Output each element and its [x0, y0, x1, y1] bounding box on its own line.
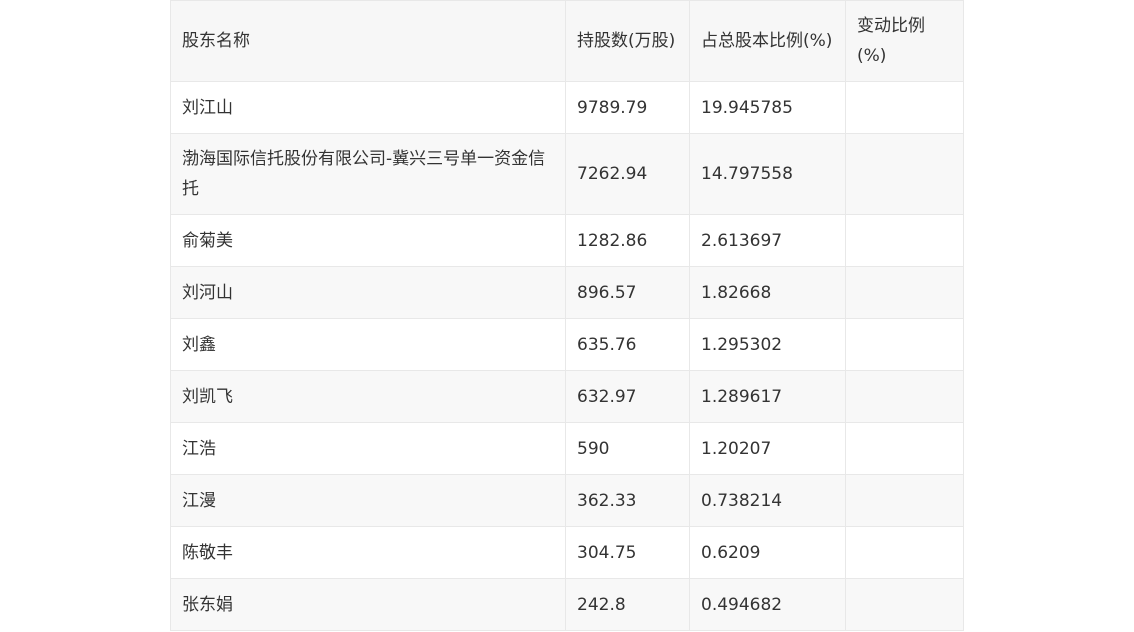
cell-ratio: 19.945785 — [689, 81, 846, 134]
cell-change — [845, 370, 964, 423]
header-change: 变动比例(%) — [845, 0, 964, 82]
table-row: 俞菊美 1282.86 2.613697 — [170, 214, 964, 267]
cell-name: 俞菊美 — [170, 214, 566, 267]
shareholder-table: 股东名称 持股数(万股) 占总股本比例(%) 变动比例(%) 刘江山 9789.… — [170, 0, 964, 631]
table-row: 渤海国际信托股份有限公司-冀兴三号单一资金信托 7262.94 14.79755… — [170, 133, 964, 215]
cell-shares: 304.75 — [565, 526, 690, 579]
shareholder-table-container: 股东名称 持股数(万股) 占总股本比例(%) 变动比例(%) 刘江山 9789.… — [170, 0, 964, 631]
cell-name: 刘河山 — [170, 266, 566, 319]
cell-change — [845, 422, 964, 475]
cell-ratio: 14.797558 — [689, 133, 846, 215]
cell-ratio: 0.6209 — [689, 526, 846, 579]
cell-change — [845, 474, 964, 527]
cell-shares: 7262.94 — [565, 133, 690, 215]
cell-ratio: 1.20207 — [689, 422, 846, 475]
cell-name: 江浩 — [170, 422, 566, 475]
header-shareholder-name: 股东名称 — [170, 0, 566, 82]
cell-name: 刘江山 — [170, 81, 566, 134]
cell-change — [845, 578, 964, 631]
cell-shares: 632.97 — [565, 370, 690, 423]
table-row: 江漫 362.33 0.738214 — [170, 474, 964, 527]
table-row: 江浩 590 1.20207 — [170, 422, 964, 475]
cell-shares: 242.8 — [565, 578, 690, 631]
cell-name: 刘鑫 — [170, 318, 566, 371]
header-ratio: 占总股本比例(%) — [689, 0, 846, 82]
cell-name: 江漫 — [170, 474, 566, 527]
table-row: 刘鑫 635.76 1.295302 — [170, 318, 964, 371]
cell-ratio: 2.613697 — [689, 214, 846, 267]
cell-name: 陈敬丰 — [170, 526, 566, 579]
cell-shares: 590 — [565, 422, 690, 475]
cell-ratio: 1.295302 — [689, 318, 846, 371]
cell-shares: 1282.86 — [565, 214, 690, 267]
cell-shares: 635.76 — [565, 318, 690, 371]
cell-shares: 9789.79 — [565, 81, 690, 134]
cell-shares: 362.33 — [565, 474, 690, 527]
cell-change — [845, 318, 964, 371]
cell-change — [845, 133, 964, 215]
cell-change — [845, 526, 964, 579]
cell-name: 张东娟 — [170, 578, 566, 631]
table-row: 张东娟 242.8 0.494682 — [170, 578, 964, 631]
cell-change — [845, 214, 964, 267]
table-header-row: 股东名称 持股数(万股) 占总股本比例(%) 变动比例(%) — [170, 0, 964, 82]
cell-ratio: 0.494682 — [689, 578, 846, 631]
cell-name: 刘凯飞 — [170, 370, 566, 423]
table-row: 刘江山 9789.79 19.945785 — [170, 81, 964, 134]
cell-change — [845, 81, 964, 134]
cell-ratio: 1.289617 — [689, 370, 846, 423]
table-row: 陈敬丰 304.75 0.6209 — [170, 526, 964, 579]
cell-change — [845, 266, 964, 319]
cell-shares: 896.57 — [565, 266, 690, 319]
table-row: 刘凯飞 632.97 1.289617 — [170, 370, 964, 423]
table-row: 刘河山 896.57 1.82668 — [170, 266, 964, 319]
cell-name: 渤海国际信托股份有限公司-冀兴三号单一资金信托 — [170, 133, 566, 215]
cell-ratio: 1.82668 — [689, 266, 846, 319]
cell-ratio: 0.738214 — [689, 474, 846, 527]
header-shares: 持股数(万股) — [565, 0, 690, 82]
